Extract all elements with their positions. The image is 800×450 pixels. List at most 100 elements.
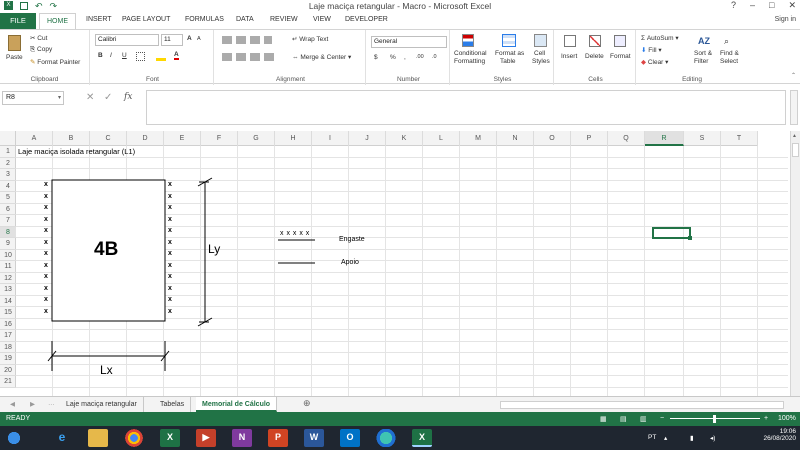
- sheet-tab-laje[interactable]: Laje maciça retangular: [60, 397, 144, 412]
- cut-button[interactable]: ✂ Cut: [30, 34, 47, 42]
- cell-styles-button[interactable]: Cell: [534, 50, 545, 57]
- clock[interactable]: 19:06 26/08/2020: [763, 428, 796, 442]
- tray-arrow-icon[interactable]: ▴: [664, 434, 667, 442]
- row-header-19[interactable]: 19: [0, 353, 16, 365]
- column-header-p[interactable]: P: [571, 131, 608, 146]
- grow-font-button[interactable]: A: [187, 35, 192, 42]
- sort-filter-button-line2[interactable]: Filter: [694, 58, 708, 65]
- volume-icon[interactable]: ◂): [710, 434, 715, 442]
- find-select-button[interactable]: Find &: [720, 50, 739, 57]
- row-header-9[interactable]: 9: [0, 238, 16, 250]
- row-header-6[interactable]: 6: [0, 204, 16, 215]
- cancel-icon[interactable]: ✕: [86, 92, 94, 103]
- column-header-g[interactable]: G: [238, 131, 275, 146]
- column-header-s[interactable]: S: [684, 131, 721, 146]
- maximize-button[interactable]: □: [769, 0, 774, 11]
- onenote-icon[interactable]: N: [232, 429, 252, 447]
- close-button[interactable]: ✕: [788, 0, 796, 11]
- merge-center-button[interactable]: ⇔ Merge & Center ▾: [292, 53, 351, 61]
- column-header-o[interactable]: O: [534, 131, 571, 146]
- row-header-11[interactable]: 11: [0, 261, 16, 273]
- vertical-scrollbar[interactable]: ▲: [790, 131, 800, 396]
- format-cells-icon[interactable]: [614, 35, 626, 47]
- row-header-21[interactable]: 21: [0, 376, 16, 388]
- row-header-10[interactable]: 10: [0, 250, 16, 261]
- zoom-in-icon[interactable]: +: [764, 415, 768, 422]
- file-explorer-icon[interactable]: [88, 429, 108, 447]
- border-icon[interactable]: [136, 52, 145, 61]
- name-box[interactable]: R8 ▾: [2, 91, 64, 105]
- binoculars-icon[interactable]: ⌕: [724, 36, 729, 47]
- scroll-up-icon[interactable]: ▲: [792, 133, 799, 140]
- row-header-15[interactable]: 15: [0, 307, 16, 319]
- row-header-20[interactable]: 20: [0, 365, 16, 376]
- enter-icon[interactable]: ✓: [104, 92, 112, 103]
- column-header-d[interactable]: D: [127, 131, 164, 146]
- more-sheets-icon[interactable]: …: [48, 400, 55, 407]
- outlook-icon[interactable]: O: [340, 429, 360, 447]
- edge-icon[interactable]: [376, 429, 396, 447]
- sign-in-link[interactable]: Sign in: [775, 16, 796, 23]
- chevron-down-icon[interactable]: ▾: [58, 92, 61, 104]
- conditional-formatting-icon[interactable]: [462, 34, 474, 47]
- row-header-1[interactable]: 1: [0, 146, 16, 158]
- insert-button[interactable]: Insert: [561, 53, 577, 60]
- column-header-i[interactable]: I: [312, 131, 349, 146]
- page-break-view-icon[interactable]: ▥: [640, 415, 647, 423]
- column-header-m[interactable]: M: [460, 131, 497, 146]
- zoom-out-icon[interactable]: −: [660, 415, 664, 422]
- tab-review[interactable]: REVIEW: [270, 16, 298, 23]
- ie-icon[interactable]: e: [52, 429, 72, 447]
- row-header-4[interactable]: 4: [0, 181, 16, 192]
- tab-developer[interactable]: DEVELOPER: [345, 16, 388, 23]
- horizontal-scrollbar[interactable]: [500, 401, 784, 409]
- currency-button[interactable]: $: [374, 54, 378, 61]
- column-header-c[interactable]: C: [90, 131, 127, 146]
- help-button[interactable]: ?: [731, 0, 736, 11]
- number-format-select[interactable]: General: [371, 36, 447, 48]
- word-icon[interactable]: W: [304, 429, 324, 447]
- font-name-select[interactable]: Calibri: [95, 34, 159, 46]
- column-header-q[interactable]: Q: [608, 131, 645, 146]
- formula-input[interactable]: [146, 90, 786, 125]
- tab-file[interactable]: FILE: [0, 13, 36, 29]
- copy-button[interactable]: ⎘ Copy: [30, 46, 52, 54]
- sort-filter-button[interactable]: Sort &: [694, 50, 712, 57]
- find-select-button-line2[interactable]: Select: [720, 58, 738, 65]
- tab-home[interactable]: HOME: [39, 13, 76, 29]
- underline-button[interactable]: U: [122, 52, 127, 59]
- row-header-12[interactable]: 12: [0, 273, 16, 284]
- column-header-e[interactable]: E: [164, 131, 201, 146]
- column-header-a[interactable]: A: [16, 131, 53, 146]
- tab-view[interactable]: VIEW: [313, 16, 331, 23]
- sheet-tab-memorial[interactable]: Memorial de Cálculo: [196, 397, 278, 412]
- page-layout-view-icon[interactable]: ▤: [620, 415, 627, 423]
- language-indicator[interactable]: PT: [648, 434, 656, 441]
- row-header-16[interactable]: 16: [0, 319, 16, 330]
- conditional-formatting-button-line2[interactable]: Formatting: [454, 58, 485, 65]
- row-header-7[interactable]: 7: [0, 215, 16, 227]
- wrap-text-button[interactable]: ↵ Wrap Text: [292, 35, 328, 43]
- font-color-button[interactable]: A: [174, 51, 179, 60]
- tab-data[interactable]: DATA: [236, 16, 254, 23]
- row-header-17[interactable]: 17: [0, 330, 16, 342]
- increase-decimal-button[interactable]: .00: [416, 54, 424, 60]
- start-button-icon[interactable]: [4, 429, 24, 447]
- font-size-select[interactable]: 11: [161, 34, 183, 46]
- formula-bar-expand[interactable]: [790, 90, 798, 125]
- cell-area[interactable]: Laje maciça isolada retangular (L1) xxxx…: [16, 146, 788, 396]
- row-header-13[interactable]: 13: [0, 284, 16, 296]
- shrink-font-button[interactable]: A: [197, 36, 201, 42]
- row-header-18[interactable]: 18: [0, 342, 16, 353]
- delete-cells-icon[interactable]: [589, 35, 601, 47]
- percent-button[interactable]: %: [390, 54, 396, 61]
- sort-filter-icon[interactable]: AZ: [698, 36, 710, 46]
- format-as-table-button-line2[interactable]: Table: [500, 58, 516, 65]
- powerpoint-icon[interactable]: P: [268, 429, 288, 447]
- fill-handle[interactable]: [688, 236, 692, 240]
- network-icon[interactable]: ▮: [690, 434, 694, 442]
- chrome-icon[interactable]: [124, 429, 144, 447]
- row-header-3[interactable]: 3: [0, 169, 16, 181]
- bold-button[interactable]: B: [98, 52, 103, 59]
- sheet-tab-tabelas[interactable]: Tabelas: [154, 397, 192, 412]
